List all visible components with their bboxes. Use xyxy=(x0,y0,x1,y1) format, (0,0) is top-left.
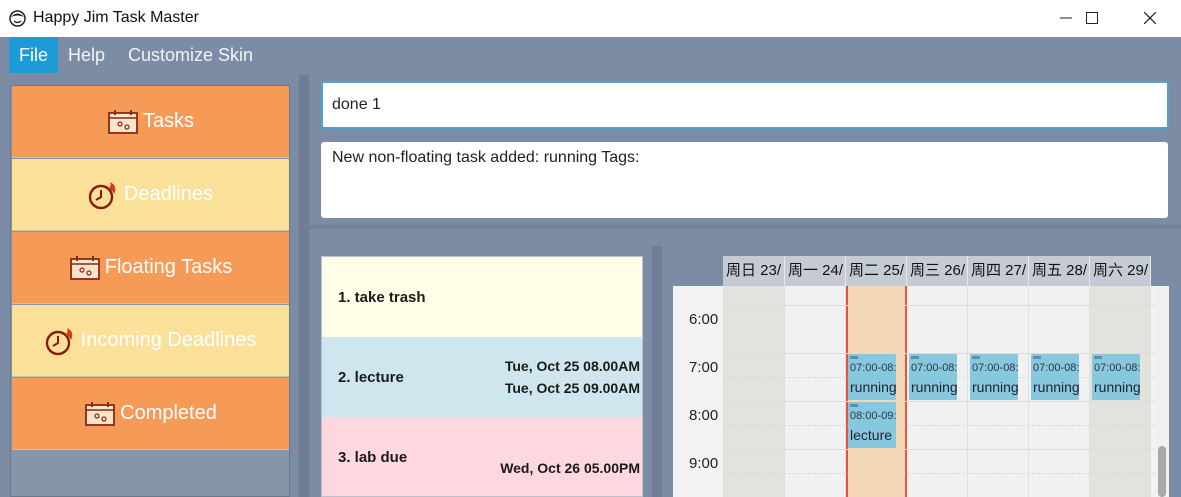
event-time: 07:00-08:0 xyxy=(911,362,957,374)
title-bar: Happy Jim Task Master xyxy=(0,0,1181,37)
calendar-event[interactable]: 07:00-08:0 running xyxy=(909,354,957,400)
hour-line xyxy=(723,449,1155,450)
event-marker xyxy=(850,404,858,407)
day-column[interactable] xyxy=(723,286,785,497)
sidebar-item-floating-tasks[interactable]: Floating Tasks xyxy=(12,232,289,304)
command-input[interactable]: done 1 xyxy=(321,81,1169,129)
event-title: lecture xyxy=(850,427,893,443)
clock-icon xyxy=(88,181,116,209)
day-header: 周三 26/ xyxy=(907,256,968,286)
sidebar-splitter[interactable] xyxy=(299,75,309,497)
task-end-date: Tue, Oct 25 09.00AM xyxy=(504,380,640,396)
calendar-event[interactable]: 08:00-09:0 lecture xyxy=(848,402,896,448)
event-time: 07:00-08:0 xyxy=(850,362,896,374)
sidebar-item-label: Completed xyxy=(120,402,217,424)
day-column[interactable] xyxy=(785,286,846,497)
sidebar: Tasks Deadlines Floating Tasks Incoming … xyxy=(10,85,290,497)
close-icon xyxy=(1144,12,1156,24)
task-list[interactable]: 1. take trash 2. lecture Tue, Oct 25 08.… xyxy=(321,256,643,497)
time-label: 9:00 xyxy=(689,455,719,472)
maximize-button[interactable] xyxy=(1069,0,1115,37)
menu-bar: File Help Customize Skin xyxy=(0,37,1181,75)
time-label: 7:00 xyxy=(689,359,719,376)
event-marker xyxy=(1094,356,1102,359)
day-header: 周四 27/ xyxy=(968,256,1029,286)
event-title: running xyxy=(972,379,1018,395)
hour-line xyxy=(723,305,1155,306)
event-title: running xyxy=(850,379,896,395)
time-column: 6:00 7:00 8:00 9:00 xyxy=(673,286,723,497)
event-marker xyxy=(1033,356,1041,359)
sidebar-item-completed[interactable]: Completed xyxy=(12,378,289,450)
task-deadline: Wed, Oct 26 05.00PM xyxy=(500,460,640,476)
list-item[interactable]: 3. lab due Wed, Oct 26 05.00PM xyxy=(322,417,642,496)
scrollbar-thumb[interactable] xyxy=(1158,446,1166,497)
day-header: 周六 29/ xyxy=(1090,256,1151,286)
sidebar-item-deadlines[interactable]: Deadlines xyxy=(12,159,289,231)
event-time: 07:00-08:0 xyxy=(1033,362,1079,374)
calendar-event[interactable]: 07:00-08:0 running xyxy=(1031,354,1079,400)
horizontal-splitter[interactable] xyxy=(309,225,1181,229)
calendar-icon xyxy=(69,255,100,280)
close-button[interactable] xyxy=(1127,0,1173,37)
half-hour-line xyxy=(723,473,1155,474)
day-header: 周日 23/ xyxy=(723,256,785,286)
app-icon xyxy=(9,10,26,27)
day-header: 周一 24/ xyxy=(785,256,846,286)
event-title: running xyxy=(911,379,957,395)
sidebar-item-label: Deadlines xyxy=(124,183,213,205)
time-label: 6:00 xyxy=(689,311,719,328)
result-display: New non-floating task added: running Tag… xyxy=(321,142,1168,218)
sidebar-item-label: Floating Tasks xyxy=(104,256,233,278)
calendar-event[interactable]: 07:00-08:0 running xyxy=(970,354,1018,400)
event-marker xyxy=(972,356,980,359)
time-label: 8:00 xyxy=(689,407,719,424)
calendar-icon xyxy=(85,401,116,426)
event-time: 07:00-08:0 xyxy=(972,362,1018,374)
list-splitter[interactable] xyxy=(652,246,662,497)
event-title: running xyxy=(1033,379,1079,395)
list-item[interactable]: 1. take trash xyxy=(322,257,642,337)
clock-icon xyxy=(45,327,73,355)
calendar-event[interactable]: 07:00-08:0 running xyxy=(1092,354,1140,400)
week-calendar: 周日 23/ 周一 24/ 周二 25/ 周三 26/ 周四 27/ 周五 28… xyxy=(673,256,1169,497)
calendar-event[interactable]: 07:00-08:0 running xyxy=(848,354,896,400)
task-name: 3. lab due xyxy=(338,449,408,466)
event-title: running xyxy=(1094,379,1140,395)
sidebar-item-tasks[interactable]: Tasks xyxy=(12,86,289,158)
sidebar-item-label: Tasks xyxy=(142,110,195,132)
event-marker xyxy=(850,356,858,359)
event-time: 07:00-08:0 xyxy=(1094,362,1140,374)
sidebar-item-incoming-deadlines[interactable]: Incoming Deadlines xyxy=(12,305,289,377)
list-item[interactable]: 2. lecture Tue, Oct 25 08.00AM Tue, Oct … xyxy=(322,337,642,417)
calendar-header: 周日 23/ 周一 24/ 周二 25/ 周三 26/ 周四 27/ 周五 28… xyxy=(673,256,1169,286)
menu-file[interactable]: File xyxy=(9,37,59,73)
event-marker xyxy=(911,356,919,359)
event-time: 08:00-09:0 xyxy=(850,410,896,422)
task-start-date: Tue, Oct 25 08.00AM xyxy=(504,358,640,374)
sidebar-item-label: Incoming Deadlines xyxy=(80,329,257,351)
hour-line xyxy=(723,401,1155,402)
calendar-grid[interactable]: 6:00 7:00 8:00 9:00 07:00-08:0 running 0… xyxy=(673,286,1155,497)
menu-help[interactable]: Help xyxy=(58,37,115,73)
maximize-icon xyxy=(1086,12,1098,24)
half-hour-line xyxy=(723,425,1155,426)
calendar-icon xyxy=(108,109,138,134)
day-header: 周五 28/ xyxy=(1029,256,1090,286)
day-header: 周二 25/ xyxy=(846,256,907,286)
window-title: Happy Jim Task Master xyxy=(33,9,199,26)
task-name: 1. take trash xyxy=(338,289,426,306)
menu-customize-skin[interactable]: Customize Skin xyxy=(118,37,263,73)
task-name: 2. lecture xyxy=(338,369,404,386)
